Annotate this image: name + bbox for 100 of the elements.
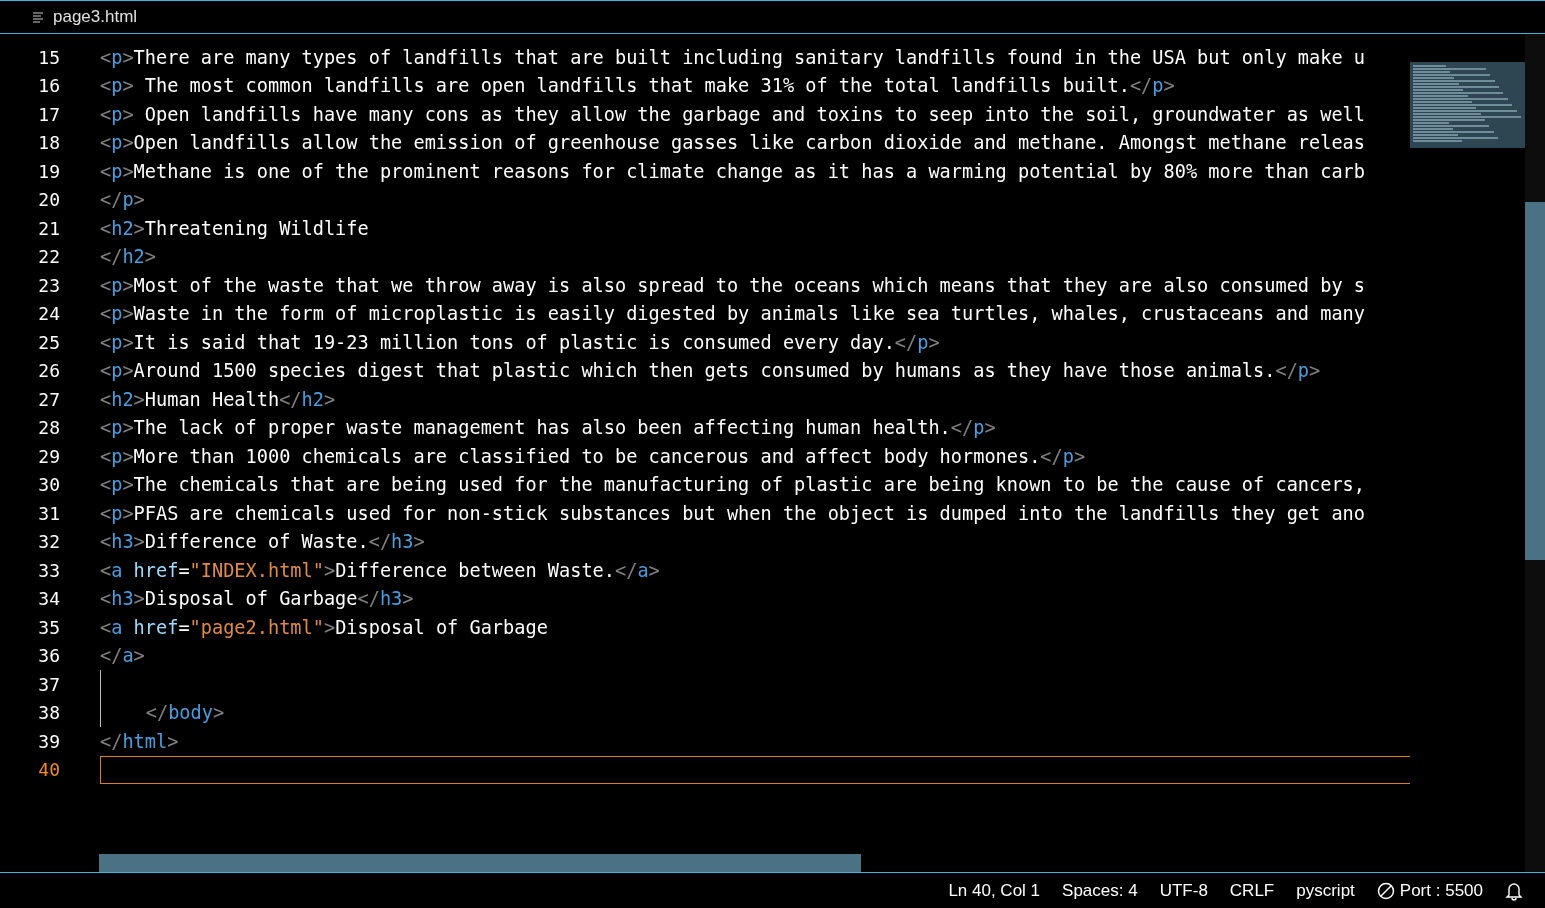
line-number: 16 bbox=[37, 75, 61, 97]
line-number: 27 bbox=[37, 388, 61, 410]
notification-bell-icon[interactable] bbox=[1505, 880, 1523, 901]
tag-bracket: < bbox=[100, 417, 112, 439]
tag-bracket: < bbox=[100, 616, 112, 638]
code-text: The lack of proper waste management has also been affecting human health. bbox=[133, 417, 951, 439]
code-text: The most common landfills are open landfills that make 31% of the total landfills built. bbox=[143, 75, 1130, 97]
file-lines-icon bbox=[32, 11, 44, 23]
tag-name: p bbox=[111, 274, 123, 296]
tag-bracket: > bbox=[984, 417, 996, 439]
live-server-port[interactable]: Port : 5500 bbox=[1376, 880, 1483, 901]
tag-bracket: </ bbox=[1129, 75, 1153, 97]
line-number: 21 bbox=[37, 217, 61, 239]
tag-bracket: > bbox=[122, 331, 134, 353]
tag-bracket: > bbox=[1073, 445, 1086, 467]
tag-bracket: > bbox=[133, 217, 145, 239]
line-number: 37 bbox=[37, 673, 61, 695]
tag-name: p bbox=[111, 46, 123, 68]
tag-name: p bbox=[1062, 445, 1074, 467]
tag-name: p bbox=[111, 75, 123, 97]
tag-bracket: > bbox=[133, 588, 145, 610]
tag-name: h3 bbox=[111, 531, 134, 553]
tag-bracket: > bbox=[122, 75, 134, 97]
file-tab[interactable]: page3.html bbox=[0, 1, 148, 33]
tag-bracket: </ bbox=[145, 702, 169, 724]
code-text: Methane is one of the prominent reasons for climate change as it has a warming potential by 80% more than carb bbox=[133, 160, 1365, 182]
tag-bracket: > bbox=[167, 730, 179, 752]
tag-bracket: < bbox=[100, 46, 112, 68]
blocked-circle-icon bbox=[1376, 881, 1395, 900]
line-number: 23 bbox=[37, 274, 61, 296]
tag-bracket: > bbox=[133, 645, 145, 667]
tag-bracket: > bbox=[122, 103, 134, 125]
tag-bracket: </ bbox=[100, 246, 123, 268]
tag-name: a bbox=[637, 559, 649, 581]
tag-name: body bbox=[168, 702, 213, 724]
tag-bracket: </ bbox=[1040, 445, 1063, 467]
tag-name: p bbox=[917, 331, 929, 353]
tag-name: p bbox=[111, 474, 123, 496]
line-number: 40 bbox=[37, 759, 61, 781]
tag-bracket: < bbox=[100, 160, 112, 182]
tag-name: p bbox=[111, 103, 123, 125]
code-text: PFAS are chemicals used for non-stick substances but when the object is dumped into the landfills they get ano bbox=[133, 502, 1365, 524]
code-text: Human Health bbox=[144, 388, 280, 410]
status-item[interactable]: Ln 40, Col 1 bbox=[948, 880, 1041, 901]
tag-name: p bbox=[111, 132, 123, 154]
status-item[interactable]: CRLF bbox=[1229, 880, 1275, 901]
tag-bracket: < bbox=[100, 588, 112, 610]
line-number: 15 bbox=[37, 46, 61, 68]
tag-bracket: > bbox=[122, 445, 134, 467]
tag-name: p bbox=[111, 331, 123, 353]
attribute-value: "page2.html" bbox=[189, 616, 324, 638]
tag-bracket: < bbox=[100, 559, 112, 581]
tag-bracket: < bbox=[100, 331, 112, 353]
horizontal-scrollbar-thumb[interactable] bbox=[99, 854, 861, 872]
line-number: 29 bbox=[37, 445, 61, 467]
tag-bracket: > bbox=[122, 474, 134, 496]
tag-bracket: < bbox=[100, 360, 112, 382]
tag-bracket: < bbox=[100, 502, 112, 524]
status-item[interactable]: Spaces: 4 bbox=[1062, 880, 1138, 901]
tag-name: p bbox=[111, 160, 123, 182]
tag-bracket: </ bbox=[1275, 360, 1298, 382]
tag-bracket: </ bbox=[894, 331, 918, 353]
tag-bracket: < bbox=[100, 274, 112, 296]
tag-bracket: > bbox=[122, 160, 134, 182]
line-number: 36 bbox=[37, 645, 61, 667]
line-number: 24 bbox=[37, 303, 61, 325]
code-text: Difference of Waste. bbox=[144, 531, 369, 553]
tag-name: p bbox=[973, 417, 985, 439]
tag-bracket: > bbox=[1163, 75, 1175, 97]
tag-bracket: </ bbox=[100, 645, 123, 667]
tag-bracket: < bbox=[100, 474, 112, 496]
tag-bracket: < bbox=[100, 388, 112, 410]
line-number: 19 bbox=[37, 160, 61, 182]
tag-name: p bbox=[111, 360, 123, 382]
tag-bracket: > bbox=[133, 189, 145, 211]
line-number: 32 bbox=[37, 531, 61, 553]
tag-name: a bbox=[111, 559, 123, 581]
code-text: = bbox=[178, 559, 190, 581]
line-number: 33 bbox=[37, 559, 61, 581]
tag-bracket: > bbox=[122, 132, 134, 154]
tag-bracket: < bbox=[100, 132, 112, 154]
tag-name: h3 bbox=[111, 588, 134, 610]
status-item[interactable]: UTF-8 bbox=[1159, 880, 1208, 901]
line-number: 30 bbox=[37, 474, 61, 496]
code-text: = bbox=[178, 616, 190, 638]
tag-bracket: > bbox=[323, 616, 336, 638]
code-text: Disposal of Garbage bbox=[335, 616, 548, 638]
tag-name: p bbox=[111, 502, 123, 524]
status-item[interactable]: pyscript bbox=[1296, 880, 1355, 901]
tag-name: p bbox=[111, 445, 123, 467]
line-number: 26 bbox=[37, 360, 61, 382]
tag-bracket: < bbox=[100, 303, 112, 325]
tag-bracket: > bbox=[144, 246, 156, 268]
code-text: Difference between Waste. bbox=[335, 559, 615, 581]
vertical-scrollbar-thumb[interactable] bbox=[1525, 202, 1545, 560]
tag-bracket: </ bbox=[950, 417, 974, 439]
tag-bracket: > bbox=[1309, 360, 1321, 382]
code-text: Threatening Wildlife bbox=[144, 217, 369, 239]
tag-name: p bbox=[122, 189, 134, 211]
tag-name: html bbox=[122, 730, 168, 752]
